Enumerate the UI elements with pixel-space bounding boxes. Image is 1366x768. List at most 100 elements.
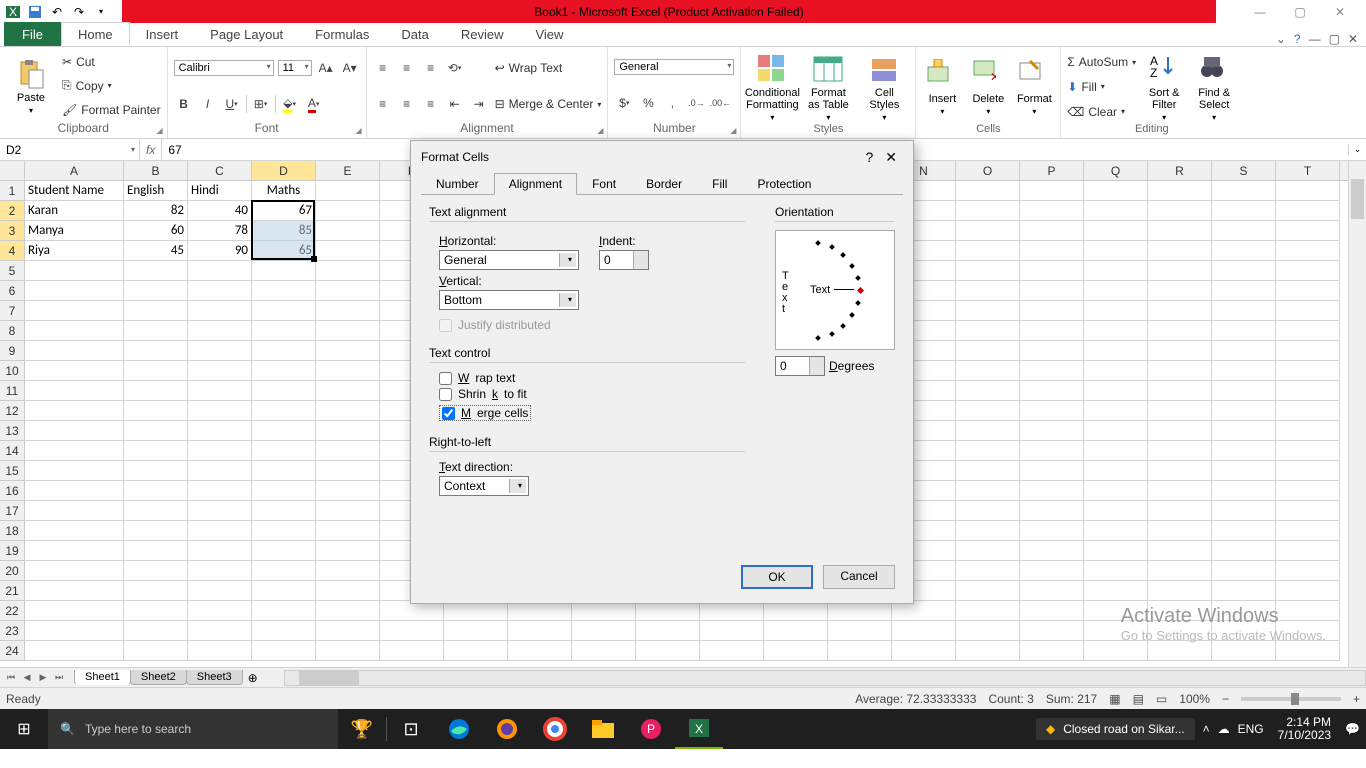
cell-A4[interactable]: Riya — [25, 241, 124, 261]
cell-D6[interactable] — [252, 281, 316, 301]
col-header-Q[interactable]: Q — [1084, 161, 1148, 180]
cell-Q2[interactable] — [1084, 201, 1148, 221]
cell-T8[interactable] — [1276, 321, 1340, 341]
cell-J23[interactable] — [636, 621, 700, 641]
sheet-prev-icon[interactable]: ◀ — [20, 672, 34, 683]
cell-T9[interactable] — [1276, 341, 1340, 361]
cell-Q1[interactable] — [1084, 181, 1148, 201]
cell-B23[interactable] — [124, 621, 188, 641]
sheet-tab-sheet2[interactable]: Sheet2 — [130, 670, 187, 685]
col-header-T[interactable]: T — [1276, 161, 1340, 180]
cell-S2[interactable] — [1212, 201, 1276, 221]
col-header-B[interactable]: B — [124, 161, 188, 180]
cell-R2[interactable] — [1148, 201, 1212, 221]
cell-P12[interactable] — [1020, 401, 1084, 421]
cell-M24[interactable] — [828, 641, 892, 661]
cell-S15[interactable] — [1212, 461, 1276, 481]
cell-B19[interactable] — [124, 541, 188, 561]
cell-J22[interactable] — [636, 601, 700, 621]
cell-L23[interactable] — [764, 621, 828, 641]
cell-D23[interactable] — [252, 621, 316, 641]
view-break-icon[interactable]: ▭ — [1156, 692, 1167, 706]
cell-T13[interactable] — [1276, 421, 1340, 441]
minimize-button[interactable]: — — [1246, 5, 1274, 19]
cell-C17[interactable] — [188, 501, 252, 521]
zoom-slider[interactable] — [1241, 697, 1341, 701]
cell-E13[interactable] — [316, 421, 380, 441]
cell-C5[interactable] — [188, 261, 252, 281]
cell-D3[interactable]: 85 — [252, 221, 316, 241]
cell-S18[interactable] — [1212, 521, 1276, 541]
cell-T11[interactable] — [1276, 381, 1340, 401]
font-color-button[interactable]: A▾ — [304, 94, 324, 114]
autosum-button[interactable]: ΣAutoSum ▾ — [1067, 55, 1136, 69]
cell-M23[interactable] — [828, 621, 892, 641]
cell-A2[interactable]: Karan — [25, 201, 124, 221]
cell-R18[interactable] — [1148, 521, 1212, 541]
cell-L24[interactable] — [764, 641, 828, 661]
file-tab[interactable]: File — [4, 22, 61, 46]
cell-I24[interactable] — [572, 641, 636, 661]
cell-E23[interactable] — [316, 621, 380, 641]
cell-N23[interactable] — [892, 621, 956, 641]
cell-T6[interactable] — [1276, 281, 1340, 301]
cell-R1[interactable] — [1148, 181, 1212, 201]
taskbar-search[interactable]: 🔍 Type here to search — [48, 709, 338, 749]
cell-O4[interactable] — [956, 241, 1020, 261]
cell-T7[interactable] — [1276, 301, 1340, 321]
cell-O6[interactable] — [956, 281, 1020, 301]
cell-T2[interactable] — [1276, 201, 1340, 221]
cell-B1[interactable]: English — [124, 181, 188, 201]
cell-H22[interactable] — [508, 601, 572, 621]
ribbon-tab-insert[interactable]: Insert — [130, 22, 195, 46]
cell-I22[interactable] — [572, 601, 636, 621]
cell-P7[interactable] — [1020, 301, 1084, 321]
cell-R5[interactable] — [1148, 261, 1212, 281]
cell-P11[interactable] — [1020, 381, 1084, 401]
cell-Q19[interactable] — [1084, 541, 1148, 561]
cell-Q11[interactable] — [1084, 381, 1148, 401]
cell-R14[interactable] — [1148, 441, 1212, 461]
dialog-launcher-icon[interactable]: ◢ — [355, 126, 361, 135]
window-restore-icon[interactable]: ▢ — [1329, 32, 1340, 46]
row-header-5[interactable]: 5 — [0, 261, 24, 281]
cell-P3[interactable] — [1020, 221, 1084, 241]
cell-B17[interactable] — [124, 501, 188, 521]
cell-G22[interactable] — [444, 601, 508, 621]
cell-P20[interactable] — [1020, 561, 1084, 581]
cell-Q4[interactable] — [1084, 241, 1148, 261]
cell-B20[interactable] — [124, 561, 188, 581]
cell-Q12[interactable] — [1084, 401, 1148, 421]
cell-O2[interactable] — [956, 201, 1020, 221]
cell-F23[interactable] — [380, 621, 444, 641]
cell-B21[interactable] — [124, 581, 188, 601]
cell-D24[interactable] — [252, 641, 316, 661]
cell-B9[interactable] — [124, 341, 188, 361]
cell-R24[interactable] — [1148, 641, 1212, 661]
cell-M22[interactable] — [828, 601, 892, 621]
cell-A6[interactable] — [25, 281, 124, 301]
cell-C21[interactable] — [188, 581, 252, 601]
excel-taskbar-icon[interactable]: X — [675, 709, 723, 749]
cell-P14[interactable] — [1020, 441, 1084, 461]
cell-B3[interactable]: 60 — [124, 221, 188, 241]
align-middle-icon[interactable]: ≡ — [397, 58, 417, 78]
expand-formula-bar-icon[interactable]: ⌄ — [1348, 144, 1366, 155]
cell-E3[interactable] — [316, 221, 380, 241]
cell-T5[interactable] — [1276, 261, 1340, 281]
cell-O12[interactable] — [956, 401, 1020, 421]
cell-E12[interactable] — [316, 401, 380, 421]
cell-B7[interactable] — [124, 301, 188, 321]
cell-S6[interactable] — [1212, 281, 1276, 301]
cell-D19[interactable] — [252, 541, 316, 561]
cell-Q24[interactable] — [1084, 641, 1148, 661]
cell-A21[interactable] — [25, 581, 124, 601]
merge-cells-checkbox[interactable]: Merge cells — [439, 405, 531, 421]
cell-D20[interactable] — [252, 561, 316, 581]
row-header-11[interactable]: 11 — [0, 381, 24, 401]
cell-C2[interactable]: 40 — [188, 201, 252, 221]
number-format-combo[interactable]: General — [614, 59, 734, 75]
cell-H24[interactable] — [508, 641, 572, 661]
row-header-6[interactable]: 6 — [0, 281, 24, 301]
cell-O13[interactable] — [956, 421, 1020, 441]
